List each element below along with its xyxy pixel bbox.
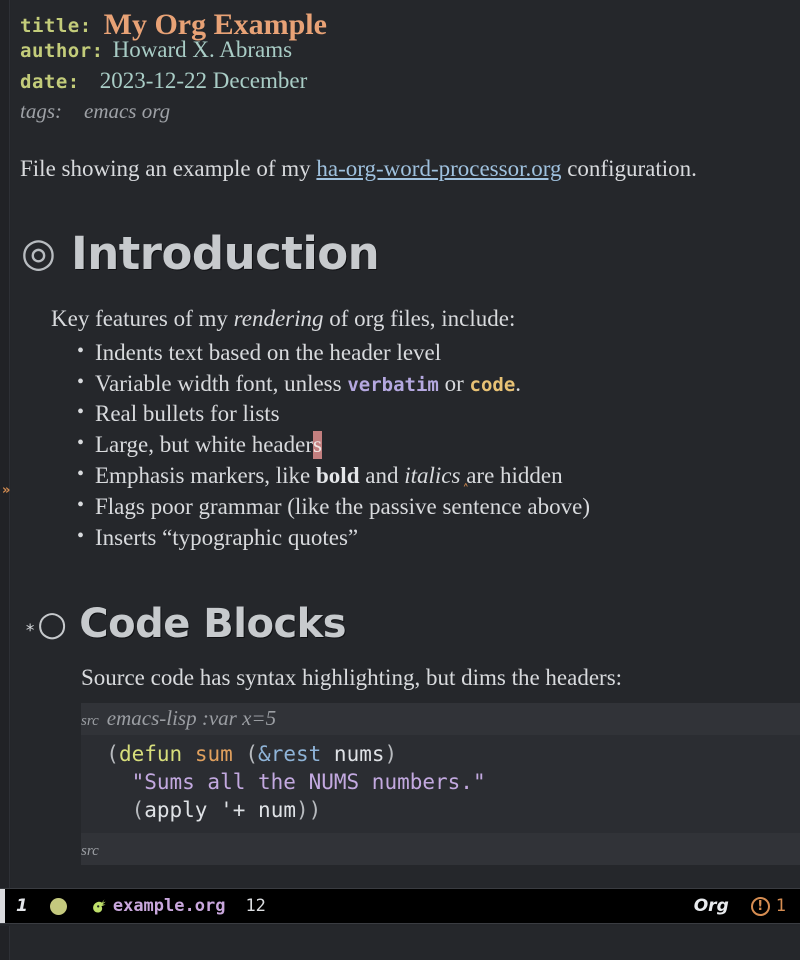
list-item-text: Flags poor grammar (like the passive sen…	[95, 494, 590, 520]
document-title: My Org Example	[103, 8, 327, 41]
introduction-intro-paragraph: Key features of my rendering of org file…	[51, 304, 800, 334]
source-begin-keyword: src	[81, 712, 99, 729]
list-item: Emphasis markers, like bold and italics …	[77, 461, 800, 492]
cursor-line-number: 12	[245, 896, 266, 916]
verbatim-text: verbatim	[347, 373, 439, 396]
list-item-prefix: Large, but white header	[95, 432, 313, 458]
metadata-row-date: date: 2023-12-22 December	[20, 68, 800, 99]
metadata-row-tags: tags: emacs org	[20, 99, 800, 130]
metadata-key-date: date:	[20, 71, 80, 93]
list-item-text: Inserts “typographic quotes”	[95, 525, 359, 551]
list-item-prefix: Emphasis markers, like	[95, 463, 317, 489]
major-mode-label[interactable]: Org	[694, 896, 729, 916]
list-item: Variable width font, unless verbatim or …	[77, 369, 800, 400]
introduction-feature-list: Indents text based on the header level V…	[51, 338, 800, 554]
list-item: Indents text based on the header level	[77, 338, 800, 369]
code-token: sum	[194, 741, 233, 766]
document-date: 2023-12-22 December	[99, 68, 308, 93]
heading-code-blocks[interactable]: * ○ Code Blocks	[25, 601, 800, 647]
text-cursor: s	[312, 431, 322, 460]
code-token: &rest	[258, 741, 322, 766]
org-buffer[interactable]: title: My Org Example author: Howard X. …	[11, 0, 800, 888]
emacs-frame: » title: My Org Example author: Howard X…	[0, 0, 800, 960]
metadata-key-title: title:	[20, 15, 92, 37]
list-item-text: Indents text based on the header level	[95, 339, 442, 365]
org-metadata-block: title: My Org Example author: Howard X. …	[11, 0, 800, 130]
code-token: '+	[220, 797, 246, 822]
code-line: "Sums all the NUMS numbers."	[81, 769, 800, 797]
list-item-mid: and	[359, 463, 405, 489]
code-token: (	[81, 797, 145, 822]
metadata-key-tags: tags:	[20, 99, 62, 123]
document-tags: emacs org	[84, 99, 171, 123]
left-fringe: »	[0, 0, 10, 888]
mode-line: 1 example.org 12 Org ! 1	[0, 888, 800, 924]
code-token: ))	[295, 797, 322, 822]
code-line: (apply '+ num))	[81, 797, 800, 825]
intro-before: Key features of my	[51, 305, 234, 331]
code-token: nums	[333, 741, 385, 766]
code-text: code	[469, 373, 516, 396]
list-item: Real bullets for lists	[77, 399, 800, 430]
list-item-suffix: .	[515, 370, 522, 396]
heading-introduction[interactable]: ◎ Introduction	[21, 227, 800, 280]
list-item-suffix: are hidden	[460, 463, 563, 489]
italic-text: italics	[404, 463, 461, 489]
source-end-keyword: src	[81, 842, 99, 859]
warning-count: 1	[775, 896, 786, 916]
code-token: defun	[118, 741, 183, 766]
list-item-mid: or	[438, 370, 470, 396]
source-block-code[interactable]: (defun sum (&rest nums) "Sums all the NU…	[81, 734, 800, 833]
code-token: apply	[144, 797, 208, 822]
warning-indicator[interactable]: ! 1	[750, 896, 786, 916]
buffer-status-dot-icon[interactable]	[49, 897, 67, 915]
list-item-text: Real bullets for lists	[95, 401, 280, 427]
source-header-args: emacs-lisp :var x=5	[106, 705, 277, 730]
list-item-prefix: Variable width font, unless	[95, 370, 348, 396]
source-block-header: src emacs-lisp :var x=5	[81, 702, 800, 735]
window-number: 1	[16, 896, 28, 916]
warning-icon: !	[750, 896, 770, 916]
code-token: )	[384, 741, 398, 766]
list-item: Flags poor grammar (like the passive sen…	[77, 492, 800, 523]
heading-code-blocks-label: Code Blocks	[79, 601, 347, 648]
code-line: (defun sum (&rest nums)	[81, 741, 800, 769]
section-code-blocks-body: Source code has syntax highlighting, but…	[81, 663, 800, 865]
code-token: num	[258, 797, 296, 822]
heading-bullet-icon: ○	[37, 604, 67, 645]
source-block-footer: src	[81, 832, 800, 865]
metadata-key-author: author:	[20, 40, 104, 62]
bold-text: bold	[316, 463, 360, 489]
metadata-row-title: title: My Org Example	[20, 6, 800, 41]
section-introduction-body: Key features of my rendering of org file…	[51, 304, 800, 554]
heading-introduction-label: Introduction	[71, 226, 380, 280]
intro-italic: rendering	[233, 305, 324, 331]
echo-area	[0, 926, 800, 960]
code-token: (	[232, 741, 259, 766]
code-token: (	[81, 741, 119, 766]
source-block[interactable]: src emacs-lisp :var x=5 (defun sum (&rest…	[81, 702, 800, 865]
org-file-link[interactable]: ha-org-word-processor.org	[316, 156, 561, 181]
intro-after: of org files, include:	[323, 305, 516, 331]
echo-area-fringe	[0, 926, 10, 960]
code-token: "Sums all the NUMS numbers."	[131, 769, 486, 794]
list-item: Inserts “typographic quotes”	[77, 523, 800, 554]
heading-bullet-icon: ◎	[21, 230, 56, 277]
heading-stars: *	[25, 620, 36, 641]
fringe-continuation-marker: »	[2, 483, 11, 498]
lead-text-after: configuration.	[561, 156, 697, 181]
list-item: Large, but white headers	[77, 430, 800, 461]
code-blocks-intro-paragraph: Source code has syntax highlighting, but…	[81, 665, 623, 691]
buffer-name[interactable]: example.org	[113, 896, 226, 916]
lead-paragraph: File showing an example of my ha-org-wor…	[20, 155, 800, 184]
lead-text-before: File showing an example of my	[20, 156, 317, 181]
evil-unicorn-icon	[89, 895, 111, 917]
mode-line-left-bar	[0, 889, 5, 923]
